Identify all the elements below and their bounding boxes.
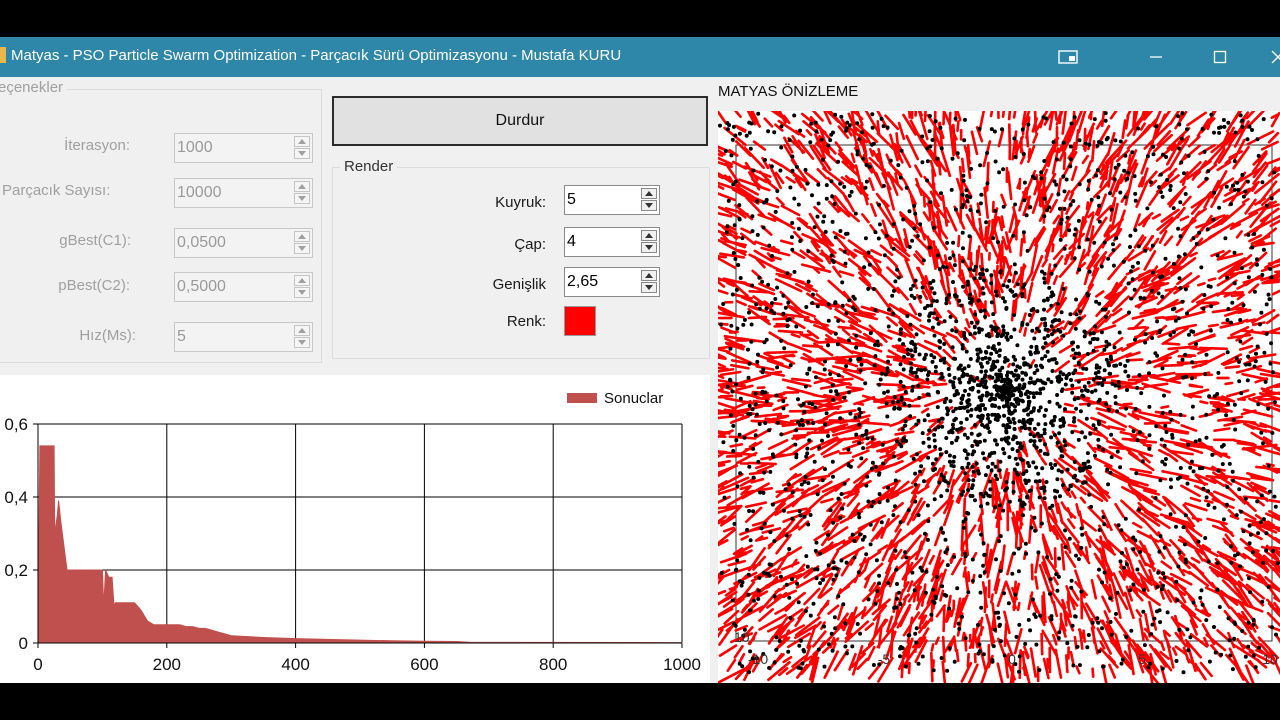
chart-y-tick-label: 0,2	[4, 561, 28, 580]
tail-input[interactable]	[564, 185, 660, 215]
gbest-input[interactable]	[174, 228, 313, 258]
particle-count-input[interactable]	[174, 178, 313, 208]
stepper-down-icon[interactable]	[294, 148, 310, 159]
results-chart: 0 200 400 600 800 1000 0 0,2 0,4 0,6 Sonuclar	[0, 375, 710, 683]
chart-x-tick-label: 600	[410, 655, 438, 674]
tail-value[interactable]	[567, 186, 635, 214]
speed-stepper[interactable]	[294, 325, 310, 349]
stop-button[interactable]: Durdur	[332, 96, 708, 146]
color-swatch[interactable]	[564, 306, 596, 336]
iteration-value[interactable]	[177, 134, 287, 162]
diameter-stepper[interactable]	[641, 230, 657, 254]
stepper-up-icon[interactable]	[641, 188, 657, 199]
stepper-up-icon[interactable]	[294, 325, 310, 336]
width-stepper[interactable]	[641, 270, 657, 294]
close-icon	[1271, 50, 1280, 64]
speed-value[interactable]	[177, 323, 287, 351]
chart-series-area	[37, 445, 683, 644]
chart-x-tick-label: 800	[539, 655, 567, 674]
maximize-button[interactable]	[1192, 37, 1248, 77]
options-group-title: eçenekler	[0, 79, 68, 96]
particle-count-value[interactable]	[177, 179, 287, 207]
speed-input[interactable]	[174, 322, 313, 352]
stepper-down-icon[interactable]	[294, 287, 310, 298]
stepper-up-icon[interactable]	[294, 231, 310, 242]
chart-x-tick-label: 0	[33, 655, 42, 674]
gbest-value[interactable]	[177, 229, 287, 257]
gbest-stepper[interactable]	[294, 231, 310, 255]
stepper-up-icon[interactable]	[641, 230, 657, 241]
color-label: Renk:	[506, 313, 546, 330]
diameter-value[interactable]	[567, 228, 635, 256]
chart-x-tick-label: 200	[153, 655, 181, 674]
width-value[interactable]	[567, 268, 635, 296]
stepper-up-icon[interactable]	[294, 181, 310, 192]
particle-count-stepper[interactable]	[294, 181, 310, 205]
stepper-down-icon[interactable]	[294, 337, 310, 348]
pbest-input[interactable]	[174, 272, 313, 302]
chart-legend-label: Sonuclar	[604, 390, 663, 407]
chart-legend-swatch	[567, 393, 597, 403]
preview-x-tick-label: -10	[748, 651, 768, 667]
minimize-icon	[1150, 56, 1162, 58]
chart-x-tick-label: 1000	[663, 655, 701, 674]
diameter-input[interactable]	[564, 227, 660, 257]
screen-icon[interactable]	[1040, 37, 1096, 77]
stepper-up-icon[interactable]	[294, 275, 310, 286]
preview-x-tick-label: -5	[878, 651, 891, 667]
preview-x-tick-label: 10	[1262, 651, 1278, 667]
iteration-label: İterasyon:	[64, 137, 130, 154]
preview-title: MATYAS ÖNİZLEME	[718, 83, 859, 100]
preview-svg: -10 -5 0 5 10 10	[695, 86, 1280, 695]
chart-y-tick-label: 0,6	[4, 415, 28, 434]
gbest-label: gBest(C1):	[59, 232, 131, 249]
preview-x-tick-label: 5	[1138, 651, 1146, 667]
preview-canvas: -10 -5 0 5 10 10	[695, 86, 1280, 695]
client-area: eçenekler İterasyon: Parçacık Sayısı: gB…	[0, 77, 1280, 695]
stepper-down-icon[interactable]	[641, 200, 657, 211]
chart-y-tick-label: 0	[19, 634, 28, 653]
stepper-down-icon[interactable]	[641, 282, 657, 293]
pbest-stepper[interactable]	[294, 275, 310, 299]
iteration-input[interactable]	[174, 133, 313, 163]
stepper-up-icon[interactable]	[641, 270, 657, 281]
chart-x-tick-label: 400	[281, 655, 309, 674]
app-icon	[0, 47, 6, 63]
chart-y-tick-label: 0,4	[4, 488, 28, 507]
speed-label: Hız(Ms):	[79, 327, 136, 344]
stepper-down-icon[interactable]	[294, 193, 310, 204]
maximize-icon	[1213, 50, 1227, 64]
stepper-up-icon[interactable]	[294, 136, 310, 147]
preview-x-tick-label: 0	[1008, 651, 1016, 667]
pbest-value[interactable]	[177, 273, 287, 301]
stepper-down-icon[interactable]	[294, 243, 310, 254]
close-button[interactable]	[1250, 37, 1280, 77]
minimize-button[interactable]	[1128, 37, 1184, 77]
pbest-label: pBest(C2):	[58, 277, 130, 294]
tail-stepper[interactable]	[641, 188, 657, 212]
particle-count-label: Parçacık Sayısı:	[2, 182, 111, 199]
stepper-down-icon[interactable]	[641, 242, 657, 253]
diameter-label: Çap:	[514, 236, 546, 253]
width-label: Genişlik	[492, 276, 546, 293]
iteration-stepper[interactable]	[294, 136, 310, 160]
render-group-title: Render	[340, 158, 398, 175]
tail-label: Kuyruk:	[495, 194, 546, 211]
results-chart-svg: 0 200 400 600 800 1000 0 0,2 0,4 0,6 Sonuclar	[4, 390, 701, 674]
window-title: Matyas - PSO Particle Swarm Optimization…	[11, 47, 622, 64]
preview-y-tick-label: 10	[734, 629, 750, 645]
title-bar[interactable]: Matyas - PSO Particle Swarm Optimization…	[0, 37, 1280, 77]
width-input[interactable]	[564, 267, 660, 297]
